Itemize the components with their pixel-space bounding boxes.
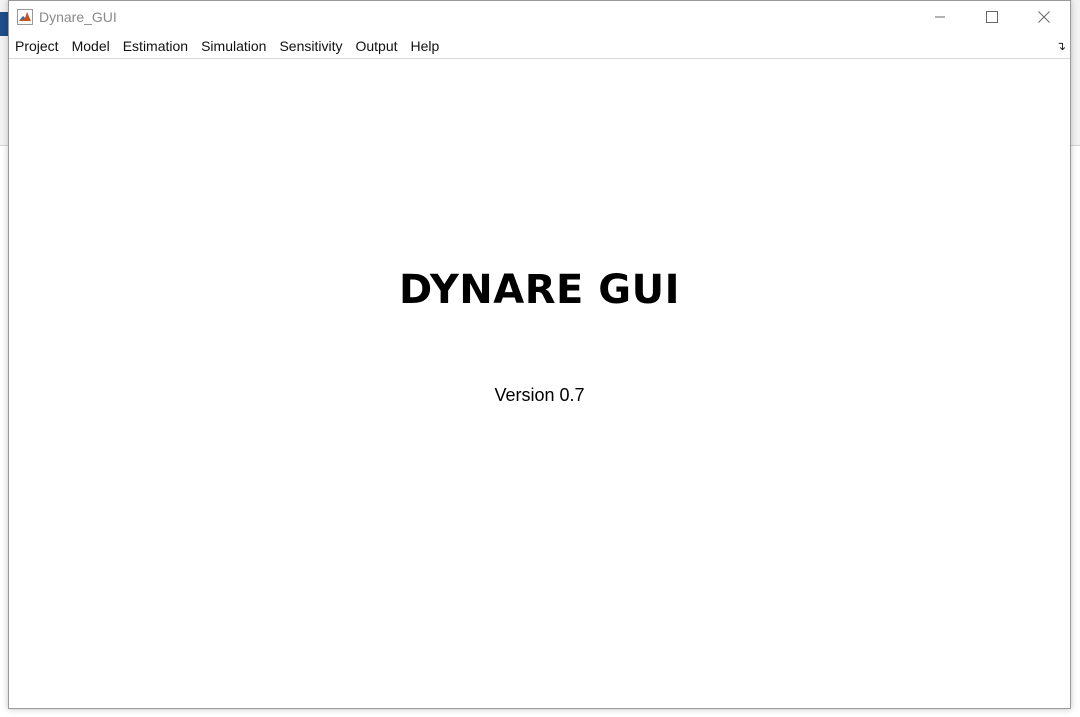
dynare-gui-window: Dynare_GUI Project Model Estimation Simu…	[8, 0, 1071, 709]
title-bar[interactable]: Dynare_GUI	[9, 1, 1070, 33]
minimize-icon	[935, 16, 945, 18]
splash-panel: DYNARE GUI Version 0.7	[9, 59, 1070, 708]
menu-model[interactable]: Model	[71, 35, 116, 57]
close-button[interactable]	[1018, 1, 1070, 33]
splash-version: Version 0.7	[494, 385, 585, 405]
maximize-icon	[986, 11, 998, 23]
menu-help[interactable]: Help	[410, 35, 446, 57]
menu-output[interactable]: Output	[354, 35, 403, 57]
menu-project[interactable]: Project	[14, 35, 65, 57]
maximize-button[interactable]	[966, 1, 1018, 33]
close-icon	[1038, 11, 1050, 23]
menu-simulation[interactable]: Simulation	[200, 35, 272, 57]
menu-estimation[interactable]: Estimation	[122, 35, 194, 57]
background-app-accent	[0, 12, 8, 36]
splash-title: DYNARE GUI	[399, 267, 680, 313]
undock-arrow-icon[interactable]: ↴	[1056, 39, 1066, 53]
window-title: Dynare_GUI	[39, 9, 117, 25]
menu-sensitivity[interactable]: Sensitivity	[278, 35, 348, 57]
matlab-icon	[17, 9, 33, 25]
minimize-button[interactable]	[914, 1, 966, 33]
menu-bar: Project Model Estimation Simulation Sens…	[9, 33, 1070, 59]
